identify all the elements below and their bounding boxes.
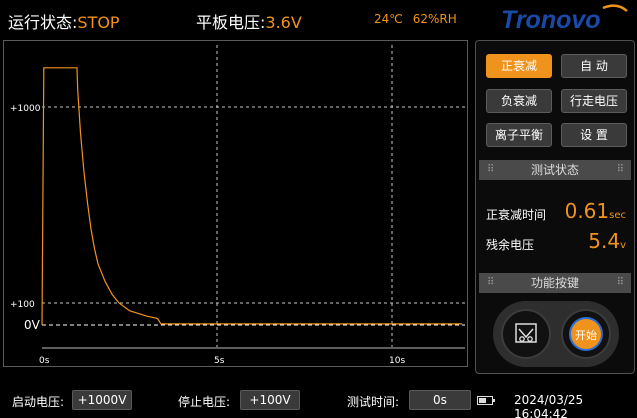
- positive-decay-button[interactable]: 正衰减: [486, 54, 552, 78]
- x-tick-label: 10s: [389, 356, 405, 366]
- chart-area: +1000 +100 0V 0s 5s 10s: [3, 40, 468, 367]
- test-status-title: 测试状态: [530, 163, 579, 177]
- decay-time-value: 0.61sec: [565, 199, 626, 223]
- walking-voltage-button[interactable]: 行走电压: [561, 89, 627, 113]
- decay-chart: +1000 +100 0V 0s 5s 10s: [10, 45, 465, 366]
- decay-time-unit: sec: [609, 210, 626, 221]
- plate-voltage: 平板电压:3.6V: [196, 9, 302, 33]
- battery-icon: [477, 396, 495, 405]
- environment-readout: 24℃ 62%RH: [374, 12, 467, 26]
- header-bar: 运行状态:STOP 平板电压:3.6V 24℃ 62%RH Tronovo: [0, 0, 637, 40]
- start-voltage-label: 启动电压:: [12, 395, 65, 409]
- auto-button[interactable]: 自 动: [561, 54, 627, 78]
- decay-time-number: 0.61: [564, 199, 610, 223]
- start-voltage-field[interactable]: +1000V: [72, 390, 132, 410]
- stop-voltage-label: 停止电压:: [178, 395, 231, 409]
- decay-time-label: 正衰减时间: [486, 208, 547, 222]
- residual-voltage-label: 残余电压: [486, 238, 535, 252]
- start-button[interactable]: 开始: [569, 317, 603, 351]
- control-panel: 正衰减 自 动 负衰减 行走电压 离子平衡 设 置 ⠿ 测试状态 ⠿ 正衰减时间…: [475, 40, 635, 374]
- humidity-value: 62%RH: [412, 12, 457, 26]
- reset-icon[interactable]: [513, 321, 539, 347]
- battery-level: [479, 398, 486, 403]
- residual-voltage-unit: v: [620, 240, 626, 251]
- stop-voltage-field[interactable]: +100V: [240, 390, 300, 410]
- y-tick-label: +100: [10, 300, 35, 310]
- run-status-value: STOP: [77, 13, 120, 32]
- test-time-field[interactable]: 0s: [409, 390, 471, 410]
- svg-text:Tronovo: Tronovo: [501, 6, 601, 34]
- ion-balance-button[interactable]: 离子平衡: [486, 123, 552, 147]
- settings-button[interactable]: 设 置: [561, 123, 627, 147]
- grip-icon: ⠿: [487, 277, 494, 288]
- y-tick-label: 0V: [24, 318, 41, 332]
- residual-voltage-value: 5.4v: [588, 229, 626, 253]
- test-status-header: ⠿ 测试状态 ⠿: [479, 160, 631, 180]
- grip-icon: ⠿: [616, 164, 624, 175]
- y-tick-label: +1000: [10, 104, 41, 114]
- plate-voltage-value: 3.6V: [265, 13, 302, 32]
- footer-bar: 启动电压: +1000V 停止电压: +100V 测试时间: 0s 2024/0…: [0, 386, 637, 418]
- temperature-value: 24℃: [374, 12, 403, 26]
- function-keys-title: 功能按键: [530, 276, 579, 290]
- run-status: 运行状态:STOP: [8, 9, 120, 33]
- x-tick-label: 0s: [39, 356, 50, 366]
- run-status-label: 运行状态:: [8, 13, 78, 32]
- grip-icon: ⠿: [616, 277, 624, 288]
- test-time-label: 测试时间:: [347, 395, 400, 409]
- function-key-pad: 开始: [493, 301, 619, 367]
- plate-voltage-label: 平板电压:: [196, 13, 266, 32]
- x-tick-label: 5s: [214, 356, 225, 366]
- tronovo-logo: Tronovo: [501, 4, 628, 34]
- datetime: 2024/03/25 16:04:42: [514, 393, 584, 418]
- residual-voltage-number: 5.4: [588, 229, 621, 253]
- negative-decay-button[interactable]: 负衰减: [486, 89, 552, 113]
- decay-curve: [41, 67, 462, 326]
- function-keys-header: ⠿ 功能按键 ⠿: [479, 273, 631, 293]
- grip-icon: ⠿: [487, 164, 494, 175]
